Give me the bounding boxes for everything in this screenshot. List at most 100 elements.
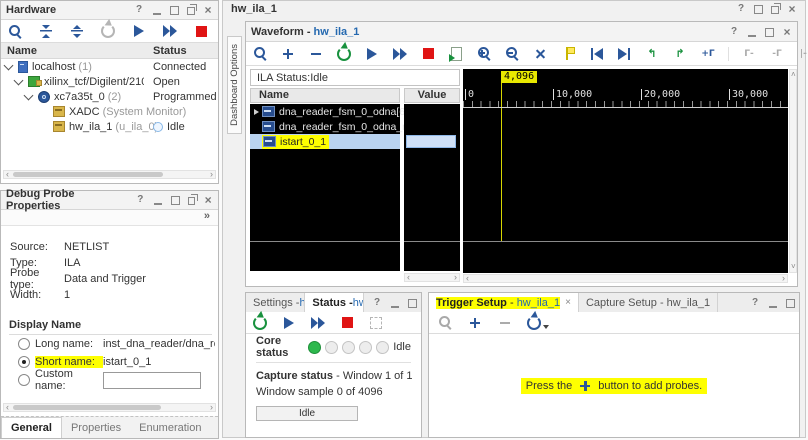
stop-trigger-icon[interactable] xyxy=(420,46,436,62)
tree-row-target[interactable]: xilinx_tcf/Digilent/2103197897... Open xyxy=(1,74,218,89)
add-probe-icon[interactable] xyxy=(467,315,483,331)
run-trigger-immediate-icon[interactable] xyxy=(162,23,178,39)
close-icon[interactable] xyxy=(203,195,213,205)
zoom-out-icon[interactable] xyxy=(504,46,520,62)
maximize-icon[interactable] xyxy=(765,28,774,37)
help-icon[interactable] xyxy=(736,4,746,14)
maximize-icon[interactable] xyxy=(408,299,417,308)
zoom-in-icon[interactable] xyxy=(476,46,492,62)
scroll-left-icon[interactable]: ‹ xyxy=(6,403,9,412)
tab-properties[interactable]: Properties xyxy=(62,417,130,438)
trigger-right-icon[interactable]: -Γ xyxy=(769,46,785,62)
scroll-up-icon[interactable]: ˄ xyxy=(791,71,796,79)
tab-general[interactable]: General xyxy=(1,417,62,438)
refresh-icon[interactable] xyxy=(336,46,352,62)
run-trigger-icon[interactable] xyxy=(364,46,380,62)
minimize-icon[interactable] xyxy=(390,298,400,308)
scroll-left-icon[interactable]: ‹ xyxy=(466,274,469,283)
float-icon[interactable] xyxy=(187,7,195,15)
name-column-header[interactable]: Name xyxy=(1,45,37,57)
chevron-down-icon[interactable] xyxy=(4,60,14,70)
refresh-icon[interactable] xyxy=(252,315,268,331)
minimize-icon[interactable] xyxy=(152,5,162,15)
tree-row-device[interactable]: xc7a35t_0 (2) Programmed xyxy=(1,89,218,104)
short-name-option[interactable]: Short name: istart_0_1 xyxy=(1,353,218,371)
run-trigger-immediate-icon[interactable] xyxy=(310,315,326,331)
tab-trigger-setup[interactable]: Trigger Setup - hw_ila_1 × xyxy=(429,293,579,312)
signal-row-istart-selected[interactable]: istart_0_1 xyxy=(250,134,400,149)
goto-start-icon[interactable] xyxy=(588,46,604,62)
scroll-left-icon[interactable]: ‹ xyxy=(6,170,9,179)
tab-settings[interactable]: Settings - hw_ila xyxy=(246,293,305,312)
waveform-title-link[interactable]: hw_ila_1 xyxy=(314,26,360,38)
probe-toolbar-overflow[interactable]: » xyxy=(1,210,218,226)
run-trigger-icon[interactable] xyxy=(281,315,297,331)
scroll-right-icon[interactable]: › xyxy=(782,274,785,283)
search-icon[interactable] xyxy=(252,46,268,62)
stop-trigger-icon[interactable] xyxy=(339,315,355,331)
zoom-fit-icon[interactable] xyxy=(532,46,548,62)
maximize-icon[interactable] xyxy=(754,5,763,14)
waveform-plot-area[interactable]: 4,096 0 10,000 20,000 30,000 xyxy=(463,69,788,273)
scroll-right-icon[interactable]: › xyxy=(454,273,457,282)
selected-value-cell[interactable] xyxy=(406,135,456,148)
close-icon[interactable] xyxy=(203,5,213,15)
next-transition-icon[interactable]: ↱ xyxy=(672,46,688,62)
long-name-option[interactable]: Long name: inst_dna_reader/dna_reader_ xyxy=(1,335,218,353)
trigger-center-icon[interactable]: |-| xyxy=(797,46,808,62)
search-icon[interactable] xyxy=(437,315,453,331)
remove-icon[interactable] xyxy=(308,46,324,62)
help-icon[interactable] xyxy=(750,298,760,308)
help-icon[interactable] xyxy=(136,195,146,205)
float-icon[interactable] xyxy=(188,197,196,205)
maximize-icon[interactable] xyxy=(786,299,795,308)
minimize-icon[interactable] xyxy=(768,298,778,308)
value-hscrollbar[interactable]: ‹ › xyxy=(404,273,460,282)
radio-short-name[interactable] xyxy=(18,356,30,368)
tab-capture-setup[interactable]: Capture Setup - hw_ila_1 xyxy=(579,293,718,312)
reconnect-icon[interactable] xyxy=(100,23,116,39)
tab-enumeration[interactable]: Enumeration xyxy=(130,417,210,438)
run-trigger-icon[interactable] xyxy=(131,23,147,39)
trigger-position-icon[interactable]: +Γ xyxy=(700,46,716,62)
trigger-left-icon[interactable]: Γ- xyxy=(741,46,757,62)
signal-row-bus[interactable]: dna_reader_fsm_0_odna[63:0] xyxy=(250,104,400,119)
expand-arrow-icon[interactable] xyxy=(254,109,259,115)
chevron-down-icon[interactable] xyxy=(24,90,34,100)
waveform-vscrollbar[interactable]: ˄ ˅ xyxy=(789,69,797,273)
scroll-right-icon[interactable]: › xyxy=(210,170,213,179)
signal-row-ready[interactable]: dna_reader_fsm_0_odna_ready xyxy=(250,119,400,134)
hardware-titlebar[interactable]: Hardware xyxy=(1,1,218,20)
probe-hscrollbar[interactable]: ‹ › xyxy=(3,403,216,412)
help-icon[interactable] xyxy=(372,298,382,308)
probe-titlebar[interactable]: Debug Probe Properties xyxy=(1,191,218,210)
previous-transition-icon[interactable]: ↰ xyxy=(644,46,660,62)
scroll-left-icon[interactable]: ‹ xyxy=(407,273,410,282)
scroll-right-icon[interactable]: › xyxy=(210,403,213,412)
status-column-header[interactable]: Status xyxy=(153,45,187,57)
close-icon[interactable] xyxy=(782,27,792,37)
float-icon[interactable] xyxy=(771,6,779,14)
add-icon[interactable] xyxy=(280,46,296,62)
waveform-hscrollbar[interactable]: ‹ › xyxy=(463,274,788,283)
compare-icon[interactable] xyxy=(368,315,384,331)
minimize-icon[interactable] xyxy=(747,27,757,37)
close-icon[interactable] xyxy=(787,4,797,14)
maximize-icon[interactable] xyxy=(171,196,180,205)
tree-row-localhost[interactable]: localhost (1) Connected xyxy=(1,59,218,74)
marker-label[interactable]: 4,096 xyxy=(501,71,537,83)
remove-probe-icon[interactable] xyxy=(497,315,513,331)
collapse-all-icon[interactable] xyxy=(38,23,54,39)
custom-name-option[interactable]: Custom name: xyxy=(1,371,218,389)
export-data-icon[interactable] xyxy=(448,46,464,62)
goto-marker-icon[interactable] xyxy=(560,46,576,62)
ila-window-titlebar[interactable]: hw_ila_1 xyxy=(223,1,805,16)
custom-name-input[interactable] xyxy=(103,372,201,389)
help-icon[interactable] xyxy=(729,27,739,37)
stop-trigger-icon[interactable] xyxy=(193,23,209,39)
close-tab-icon[interactable]: × xyxy=(565,297,571,308)
tab-status[interactable]: Status - hw_il× xyxy=(305,293,364,312)
run-trigger-immediate-icon[interactable] xyxy=(392,46,408,62)
signal-value-header[interactable]: Value xyxy=(404,88,460,103)
chevron-down-icon[interactable] xyxy=(14,75,24,85)
